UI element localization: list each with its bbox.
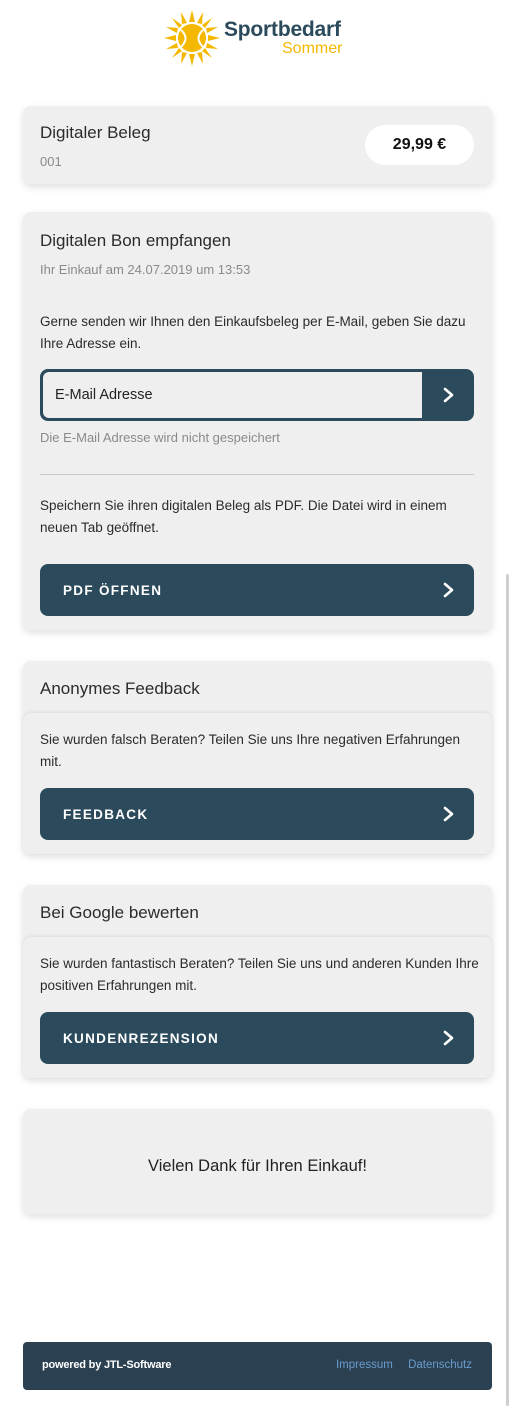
bon-title: Digitalen Bon empfangen: [40, 231, 231, 250]
feedback-card: Anonymes Feedback Sie wurden falsch Bera…: [23, 661, 492, 854]
datenschutz-link[interactable]: Datenschutz: [408, 1359, 472, 1371]
google-panel: Sie wurden fantastisch Beraten? Teilen S…: [23, 937, 492, 1078]
chevron-right-icon: [443, 582, 454, 598]
receipt-number: 001: [40, 154, 62, 169]
feedback-title: Anonymes Feedback: [40, 679, 200, 698]
brand-subtitle: Sommer: [282, 40, 343, 57]
customer-review-label: KUNDENREZENSION: [63, 1030, 220, 1046]
purchase-info: Ihr Einkauf am 24.07.2019 um 13:53: [40, 262, 251, 277]
feedback-button[interactable]: FEEDBACK: [40, 788, 474, 840]
pdf-open-button[interactable]: PDF ÖFFNEN: [40, 564, 474, 616]
email-form: [40, 369, 474, 421]
email-input[interactable]: [43, 372, 422, 418]
impressum-link[interactable]: Impressum: [336, 1359, 393, 1371]
google-title: Bei Google bewerten: [40, 903, 199, 922]
footer: powered by JTL-Software Impressum Datens…: [23, 1342, 492, 1390]
chevron-right-icon: [443, 806, 454, 822]
thanks-message: Vielen Dank für Ihren Einkauf!: [148, 1157, 367, 1175]
pdf-open-label: PDF ÖFFNEN: [63, 582, 163, 598]
google-text: Sie wurden fantastisch Beraten? Teilen S…: [40, 956, 479, 993]
google-review-card: Bei Google bewerten Sie wurden fantastis…: [23, 885, 492, 1078]
divider: [40, 474, 474, 475]
total-price-badge: 29,99 €: [365, 125, 474, 165]
powered-by: powered by JTL-Software: [42, 1359, 172, 1371]
footer-links: Impressum Datenschutz: [324, 1359, 472, 1371]
chevron-right-icon: [443, 1030, 454, 1046]
digital-bon-card: Digitalen Bon empfangen Ihr Einkauf am 2…: [23, 212, 492, 630]
scrollbar[interactable]: [506, 574, 509, 1406]
pdf-description: Speichern Sie ihren digitalen Beleg als …: [40, 498, 447, 535]
email-note: Die E-Mail Adresse wird nicht gespeicher…: [40, 430, 280, 445]
thanks-card: Vielen Dank für Ihren Einkauf!: [23, 1109, 492, 1214]
brand-name: Sportbedarf: [224, 18, 341, 41]
email-prompt: Gerne senden wir Ihnen den Einkaufsbeleg…: [40, 314, 466, 351]
email-submit-button[interactable]: [424, 369, 474, 421]
receipt-title: Digitaler Beleg: [40, 123, 151, 142]
feedback-text: Sie wurden falsch Beraten? Teilen Sie un…: [40, 732, 461, 769]
sun-ball-icon: [164, 10, 220, 66]
feedback-panel: Sie wurden falsch Beraten? Teilen Sie un…: [23, 713, 492, 854]
brand-logo: Sportbedarf Sommer: [164, 10, 342, 66]
customer-review-button[interactable]: KUNDENREZENSION: [40, 1012, 474, 1064]
chevron-right-icon: [443, 387, 454, 403]
feedback-button-label: FEEDBACK: [63, 806, 149, 822]
receipt-card: Digitaler Beleg 001 29,99 €: [23, 106, 492, 184]
